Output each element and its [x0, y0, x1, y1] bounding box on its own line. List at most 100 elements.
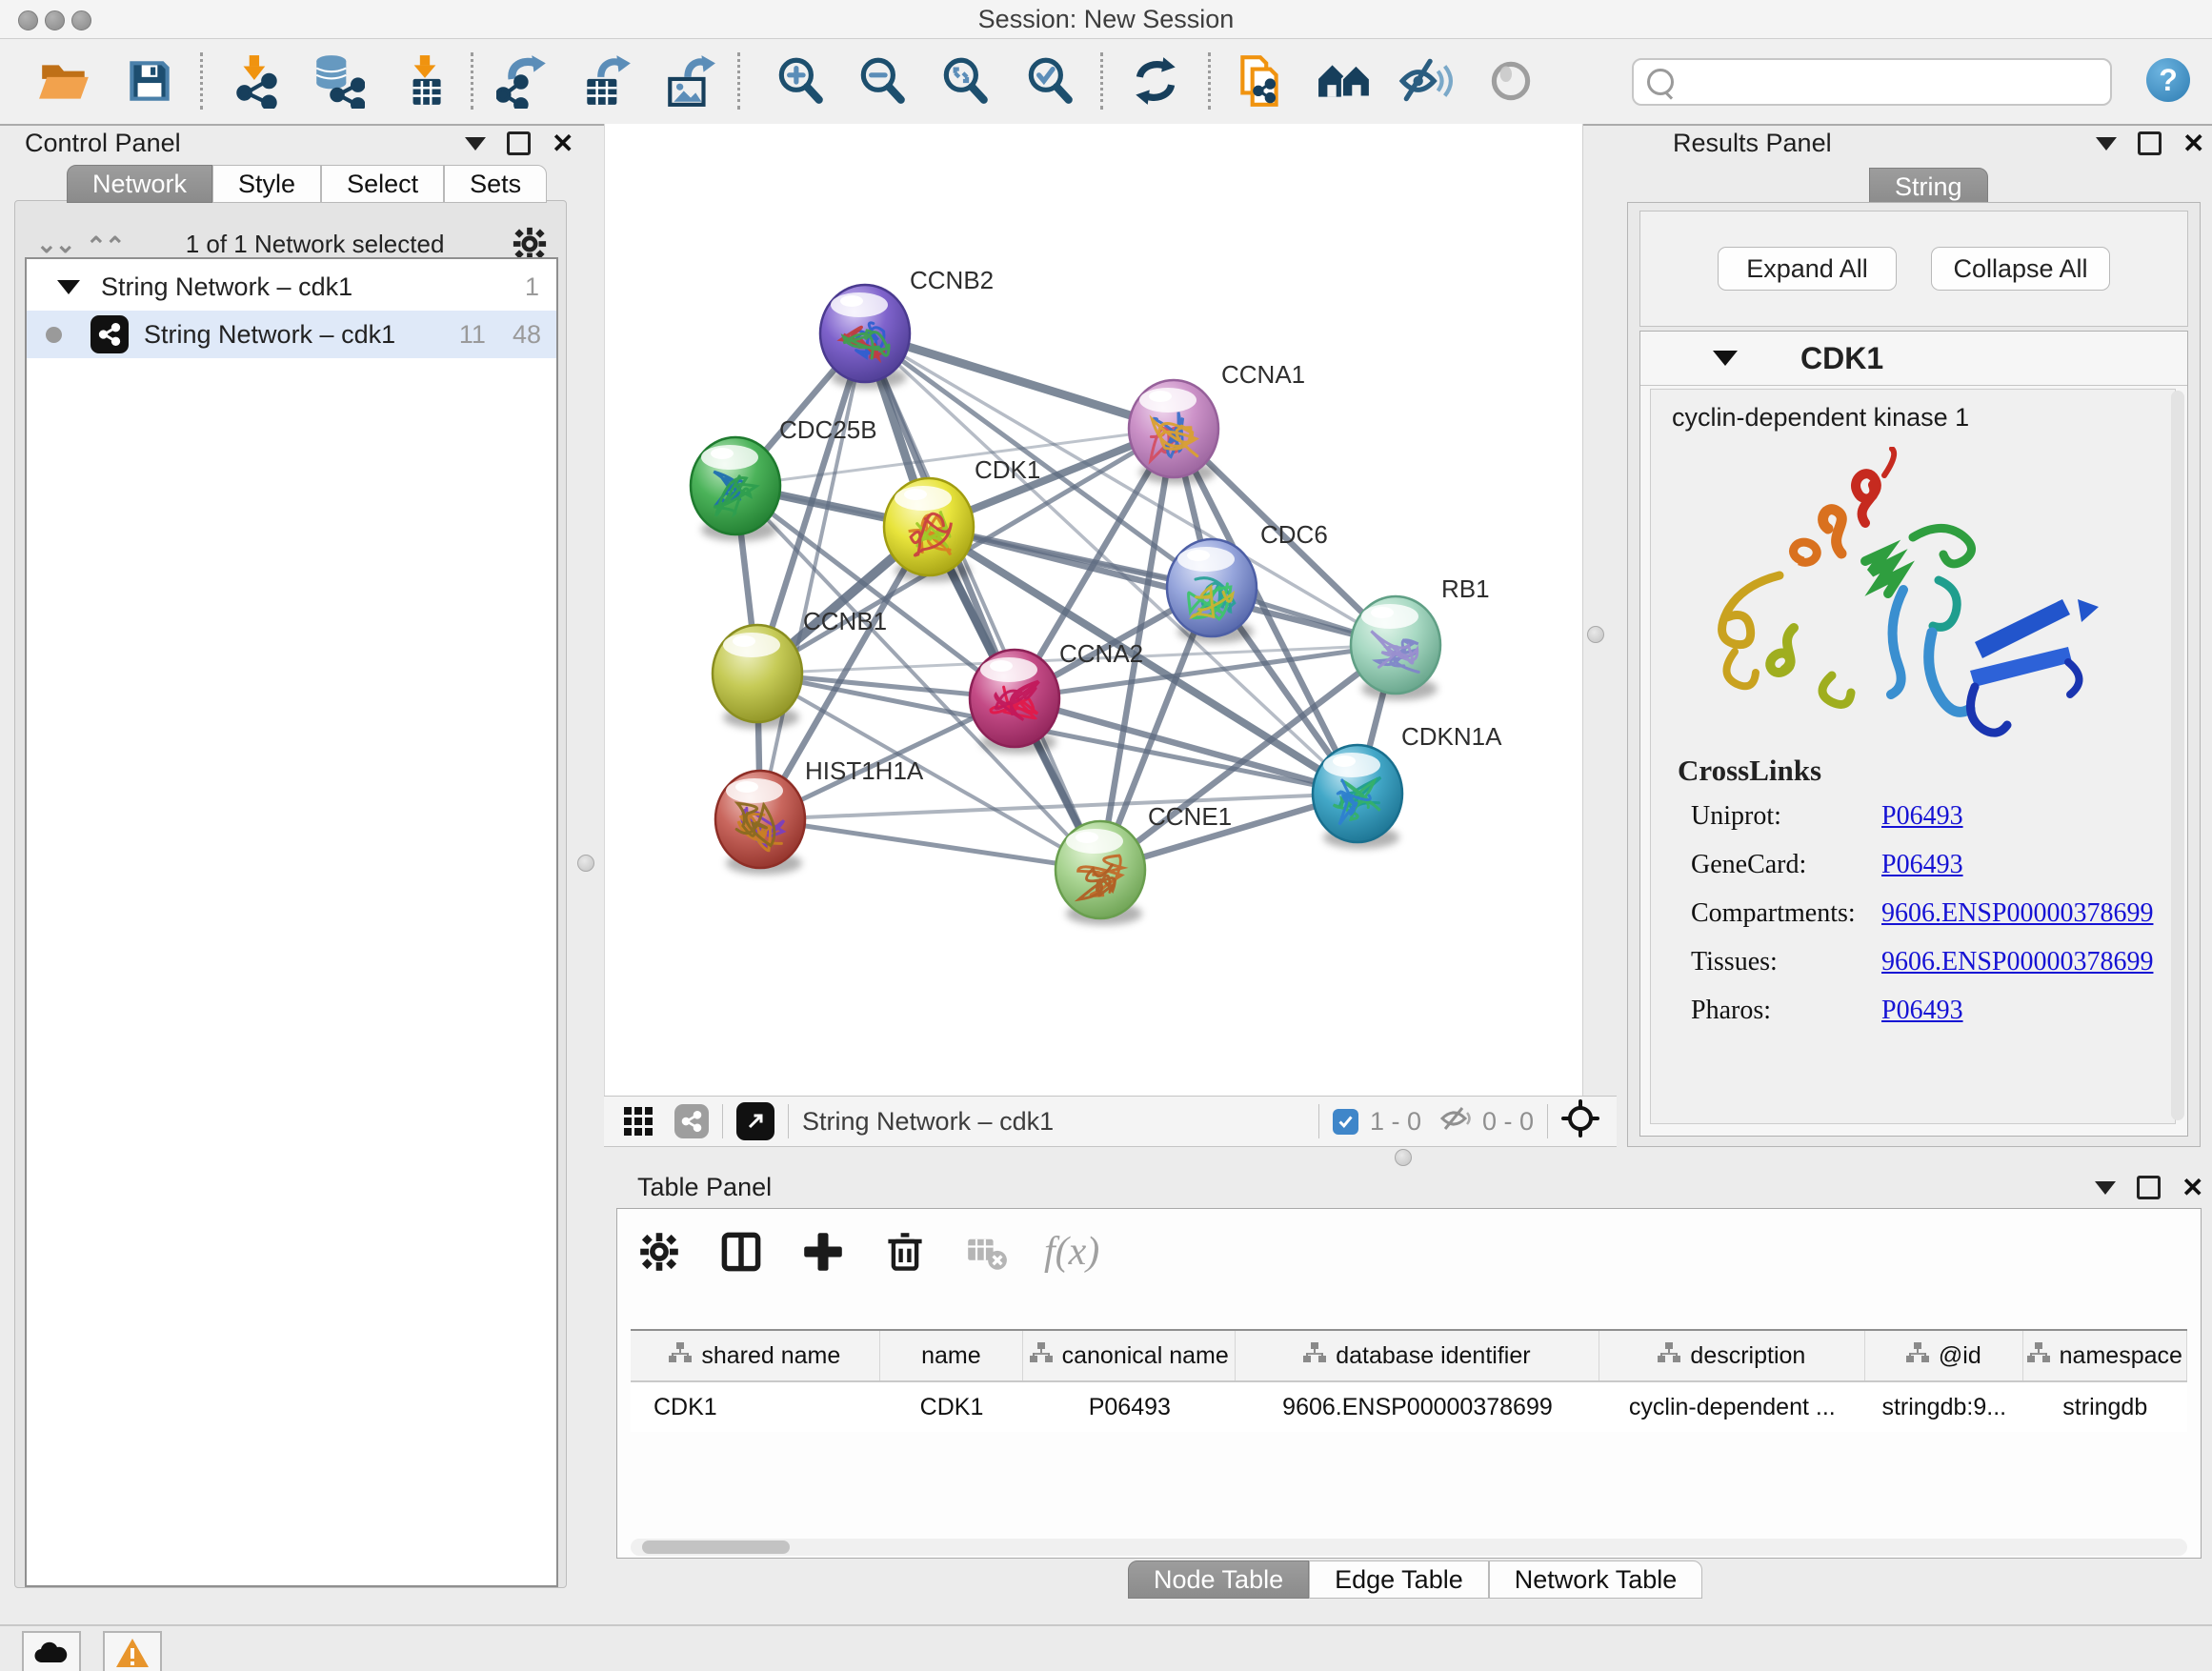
network-collection-row[interactable]: String Network – cdk1 1 — [27, 263, 556, 311]
tab-select[interactable]: Select — [321, 165, 444, 203]
column-header-name[interactable]: name — [880, 1331, 1024, 1380]
crosslink-link[interactable]: P06493 — [1881, 850, 1963, 880]
crosslink-link[interactable]: P06493 — [1881, 996, 1963, 1026]
zoom-in-icon[interactable] — [770, 50, 831, 111]
grid-view-icon[interactable] — [619, 1097, 657, 1146]
cloud-status-button[interactable] — [22, 1631, 81, 1671]
network-node-HIST1H1A[interactable] — [715, 771, 805, 875]
export-table-icon[interactable] — [576, 50, 637, 111]
table-cell[interactable]: cyclin-dependent ... — [1599, 1382, 1865, 1432]
table-cell[interactable]: 9606.ENSP00000378699 — [1236, 1382, 1599, 1432]
network-node-CDKN1A[interactable] — [1313, 745, 1402, 849]
tab-node-table[interactable]: Node Table — [1128, 1560, 1309, 1599]
node-table[interactable]: shared namenamecanonical namedatabase id… — [631, 1329, 2187, 1493]
open-session-icon[interactable] — [34, 50, 95, 111]
table-cell[interactable]: CDK1 — [631, 1382, 880, 1432]
delete-table-icon[interactable] — [962, 1227, 1012, 1277]
zoom-selected-icon[interactable] — [1019, 50, 1080, 111]
network-node-CDK1[interactable] — [884, 478, 974, 582]
sphere-icon[interactable] — [1480, 50, 1541, 111]
table-cell[interactable]: P06493 — [1023, 1382, 1236, 1432]
right-splitter-handle[interactable] — [1587, 626, 1604, 643]
close-panel-icon[interactable]: ✕ — [552, 134, 573, 153]
zoom-fit-icon[interactable] — [935, 50, 995, 111]
float-panel-icon[interactable] — [507, 131, 531, 155]
float-panel-icon[interactable] — [2137, 1176, 2161, 1199]
column-header-shared-name[interactable]: shared name — [631, 1331, 880, 1380]
table-cell[interactable]: stringdb — [2023, 1382, 2187, 1432]
table-hscrollbar[interactable] — [631, 1539, 2187, 1556]
function-builder-icon[interactable]: f(x) — [1044, 1229, 1099, 1275]
collapse-arrow-icon[interactable] — [57, 280, 80, 294]
birds-eye-view-icon[interactable] — [674, 1104, 709, 1138]
crosslink-link[interactable]: 9606.ENSP00000378699 — [1881, 898, 2153, 929]
column-header-namespace[interactable]: namespace — [2023, 1331, 2187, 1380]
export-network-icon[interactable] — [493, 50, 554, 111]
close-panel-icon[interactable]: ✕ — [2182, 134, 2204, 153]
network-canvas[interactable]: CCNB2CCNA1CDC25BCDK1CDC6RB1CCNB1CCNA2CDK… — [604, 124, 1583, 1096]
collapse-all-icon[interactable]: ⌄⌄ — [88, 230, 126, 259]
column-header-id[interactable]: @id — [1865, 1331, 2022, 1380]
import-table-icon[interactable] — [394, 50, 455, 111]
panel-menu-icon[interactable] — [2096, 137, 2117, 151]
tab-sets[interactable]: Sets — [444, 165, 547, 203]
collapse-all-button[interactable]: Collapse All — [1931, 247, 2110, 291]
tab-string[interactable]: String — [1869, 168, 1988, 206]
network-edge[interactable] — [865, 333, 1174, 429]
table-settings-gear-icon[interactable] — [634, 1227, 684, 1277]
tab-network-table[interactable]: Network Table — [1489, 1560, 1703, 1599]
tab-network[interactable]: Network — [67, 165, 212, 203]
warning-status-button[interactable] — [103, 1631, 162, 1671]
network-node-CCNE1[interactable] — [1056, 821, 1145, 925]
hidden-eye-icon[interactable] — [1440, 1104, 1473, 1139]
crosslink-link[interactable]: P06493 — [1881, 801, 1963, 832]
column-header-database-identifier[interactable]: database identifier — [1236, 1331, 1599, 1380]
network-edge[interactable] — [760, 794, 1357, 819]
expand-all-icon[interactable]: ⌄⌄ — [36, 230, 74, 259]
gene-section-header[interactable]: CDK1 — [1640, 332, 2187, 386]
network-edge[interactable] — [865, 333, 1100, 870]
network-node-RB1[interactable] — [1351, 596, 1440, 700]
table-cell[interactable]: CDK1 — [880, 1382, 1024, 1432]
tab-edge-table[interactable]: Edge Table — [1309, 1560, 1489, 1599]
column-header-description[interactable]: description — [1599, 1331, 1865, 1380]
import-network-database-icon[interactable] — [307, 50, 368, 111]
home-icon[interactable] — [1314, 50, 1375, 111]
add-column-icon[interactable] — [798, 1227, 848, 1277]
bottom-splitter-handle[interactable] — [1395, 1149, 1412, 1166]
expand-all-button[interactable]: Expand All — [1718, 247, 1897, 291]
center-view-icon[interactable] — [1561, 1099, 1599, 1144]
network-node-CDC6[interactable] — [1167, 539, 1257, 643]
import-network-icon[interactable] — [227, 50, 288, 111]
network-row-selected[interactable]: String Network – cdk1 11 48 — [27, 311, 556, 358]
network-node-CCNA2[interactable] — [970, 650, 1059, 754]
panel-menu-icon[interactable] — [2095, 1181, 2116, 1195]
results-scrollbar[interactable] — [2171, 391, 2184, 1120]
column-header-canonical-name[interactable]: canonical name — [1023, 1331, 1236, 1380]
network-node-CCNB1[interactable] — [713, 625, 802, 729]
table-cell[interactable]: stringdb:9... — [1865, 1382, 2023, 1432]
network-edge[interactable] — [760, 819, 1100, 870]
selected-checkbox-icon[interactable] — [1333, 1109, 1358, 1135]
export-image-icon[interactable] — [659, 50, 720, 111]
panel-menu-icon[interactable] — [465, 137, 486, 151]
network-edge[interactable] — [760, 333, 865, 819]
refresh-icon[interactable] — [1125, 50, 1186, 111]
search-field[interactable] — [1632, 58, 2112, 106]
document-share-icon[interactable] — [1230, 50, 1291, 111]
close-panel-icon[interactable]: ✕ — [2182, 1178, 2203, 1198]
network-node-CCNB2[interactable] — [820, 285, 910, 389]
open-in-window-icon[interactable] — [736, 1102, 774, 1140]
help-icon[interactable]: ? — [2146, 58, 2190, 102]
network-node-CCNA1[interactable] — [1129, 380, 1218, 484]
show-columns-icon[interactable] — [716, 1227, 766, 1277]
collapse-arrow-icon[interactable] — [1713, 351, 1738, 366]
zoom-out-icon[interactable] — [852, 50, 913, 111]
network-node-CDC25B[interactable] — [691, 437, 780, 541]
crosslink-link[interactable]: 9606.ENSP00000378699 — [1881, 947, 2153, 977]
delete-column-icon[interactable] — [880, 1227, 930, 1277]
search-input[interactable] — [1681, 68, 2095, 96]
float-panel-icon[interactable] — [2138, 131, 2162, 155]
table-row[interactable]: CDK1CDK1P064939606.ENSP00000378699cyclin… — [631, 1382, 2187, 1432]
table-hscrollbar-thumb[interactable] — [642, 1540, 790, 1554]
